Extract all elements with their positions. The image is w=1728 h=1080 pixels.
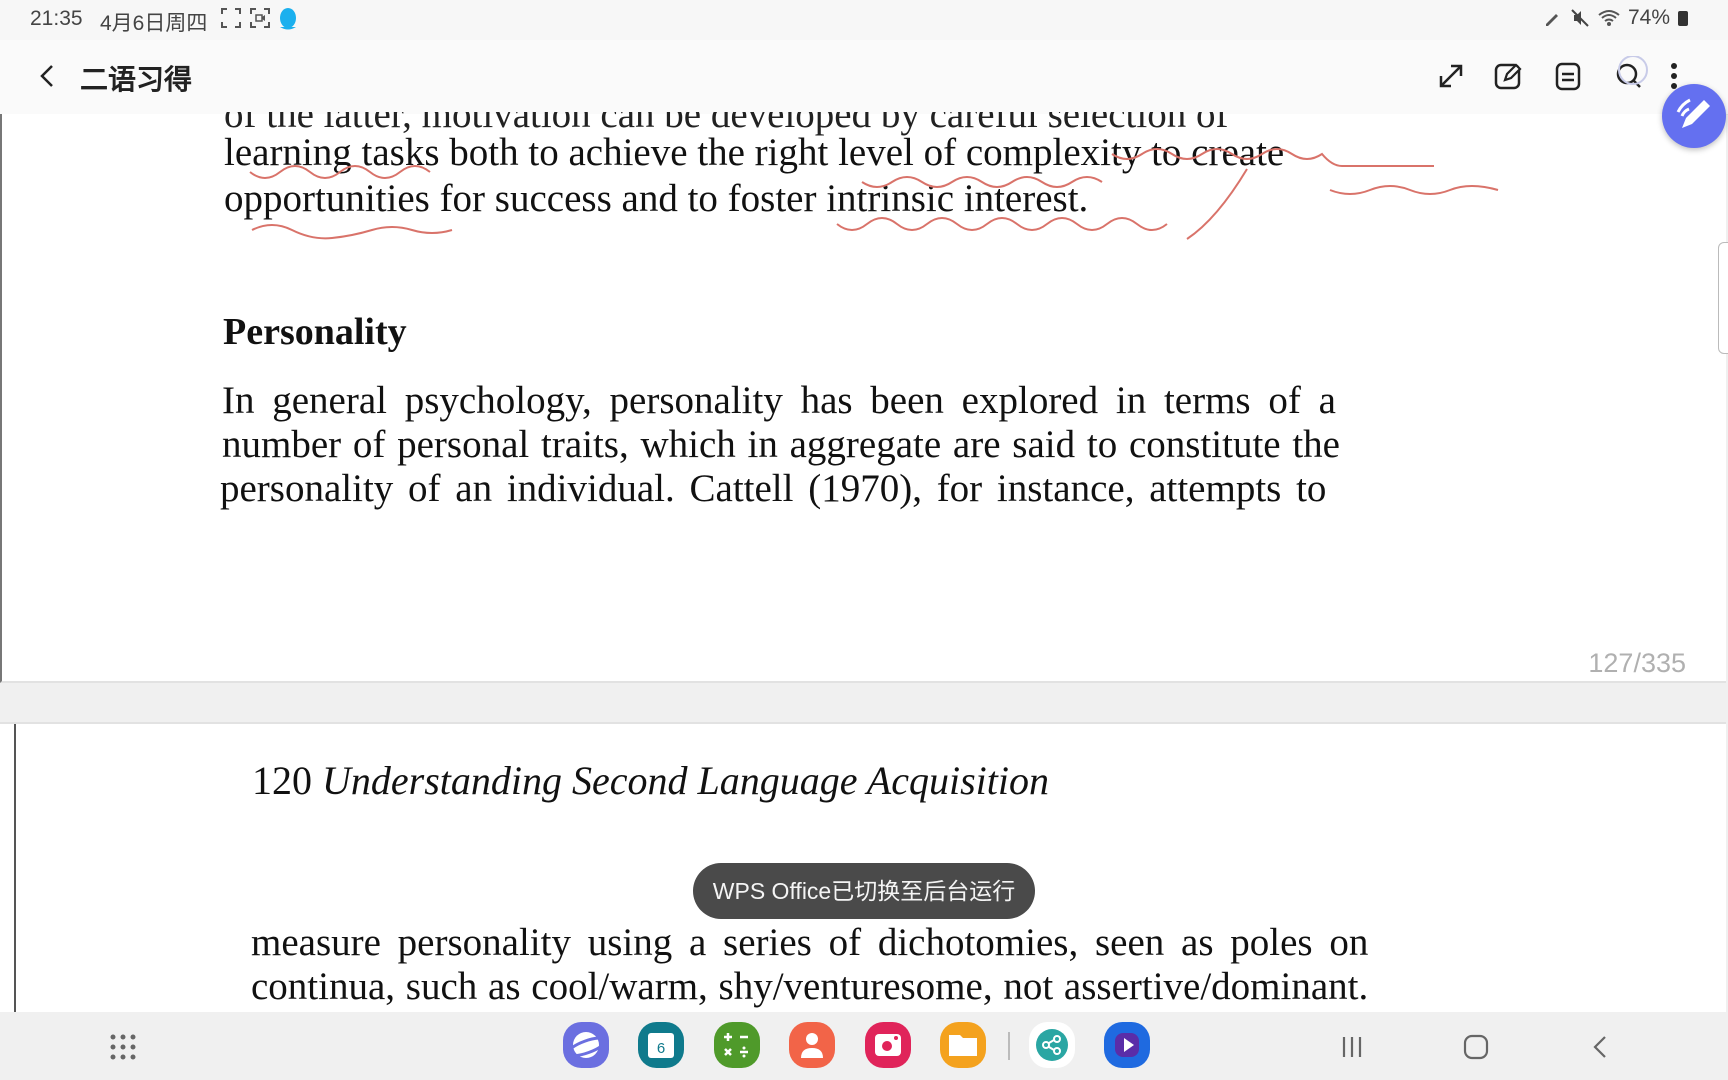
expand-icon[interactable] xyxy=(1431,56,1471,96)
date: 4月6日周四 xyxy=(100,12,208,35)
clock: 21:35 xyxy=(30,7,83,30)
mute-icon xyxy=(1570,8,1590,28)
video-app-icon[interactable] xyxy=(1104,1022,1150,1068)
section-heading: Personality xyxy=(223,311,407,353)
app-drawer-icon[interactable] xyxy=(106,1030,140,1064)
app-bar: 二语习得 xyxy=(0,40,1728,115)
nav-back-button[interactable] xyxy=(1584,1030,1618,1064)
internet-app-icon[interactable] xyxy=(563,1022,609,1068)
camera-app-icon[interactable] xyxy=(865,1022,911,1068)
book-title: Understanding Second Language Acquisitio… xyxy=(322,758,1049,803)
notes-icon[interactable] xyxy=(1548,56,1588,96)
toast-message: WPS Office已切换至后台运行 xyxy=(693,863,1035,919)
calendar-app-icon[interactable]: 6 xyxy=(638,1022,684,1068)
contacts-app-icon[interactable] xyxy=(789,1022,835,1068)
share-app-icon[interactable] xyxy=(1029,1022,1075,1068)
pen-fab-button[interactable] xyxy=(1662,84,1726,148)
home-button[interactable] xyxy=(1459,1030,1493,1064)
text-line: measure personality using a series of di… xyxy=(251,921,1369,964)
running-head: 120 Understanding Second Language Acquis… xyxy=(252,757,1049,804)
recents-button[interactable] xyxy=(1335,1030,1369,1064)
calculator-app-icon[interactable] xyxy=(714,1022,760,1068)
page-number: 120 xyxy=(252,758,312,803)
underline-mark xyxy=(249,165,431,179)
underline-mark xyxy=(861,176,1103,188)
battery-icon xyxy=(1678,10,1688,26)
battery-level: 74% xyxy=(1627,6,1670,29)
search-icon[interactable] xyxy=(1609,56,1649,96)
handwritten-underlines xyxy=(249,148,1499,240)
dock-divider xyxy=(1008,1032,1010,1060)
document-title: 二语习得 xyxy=(80,64,193,95)
document-page[interactable]: of the latter, motivation can be develop… xyxy=(0,112,1726,683)
my-files-app-icon[interactable] xyxy=(940,1022,986,1068)
text-line: In general psychology, personality has b… xyxy=(222,379,1336,422)
underline-mark xyxy=(1186,168,1248,240)
underline-mark xyxy=(1111,148,1434,167)
edit-icon[interactable] xyxy=(1488,56,1528,96)
status-bar: 21:35 4月6日周四 74% xyxy=(0,0,1728,40)
text-line: number of personal traits, which in aggr… xyxy=(222,423,1340,466)
back-arrow-icon[interactable] xyxy=(30,58,66,94)
screenshot-icon xyxy=(220,7,242,29)
calendar-day: 6 xyxy=(657,1040,665,1057)
underline-mark xyxy=(836,217,1168,231)
wifi-icon xyxy=(1598,8,1620,28)
qq-icon xyxy=(277,7,299,30)
pen-icon xyxy=(1542,8,1562,28)
page-edge xyxy=(14,724,16,1014)
scrollbar-thumb[interactable] xyxy=(1718,242,1728,354)
screen-record-icon xyxy=(249,7,271,29)
taskbar: 6 xyxy=(0,1012,1728,1080)
text-line: personality of an individual. Cattell (1… xyxy=(220,467,1327,510)
underline-mark xyxy=(251,224,453,240)
page-indicator: 127/335 xyxy=(1588,648,1686,678)
text-line: continua, such as cool/warm, shy/venture… xyxy=(251,965,1369,1008)
underline-mark xyxy=(1329,185,1499,195)
